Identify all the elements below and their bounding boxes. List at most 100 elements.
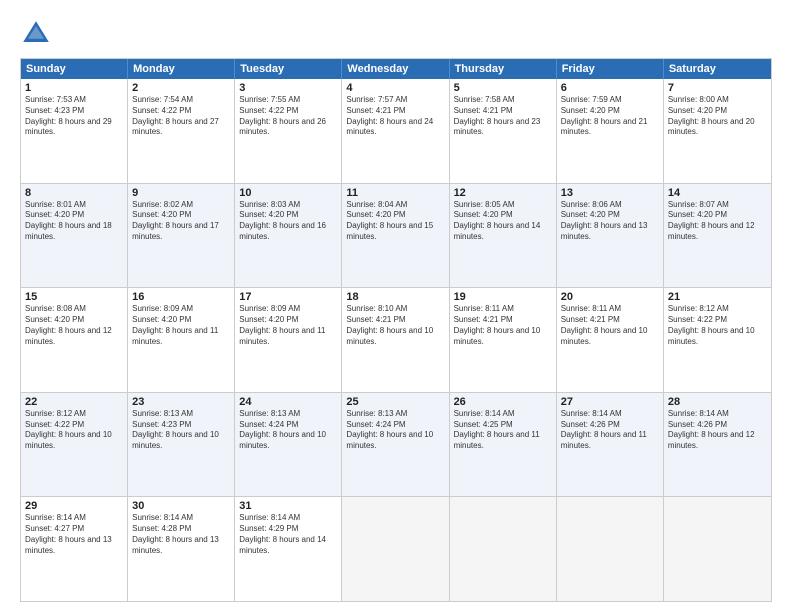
weekday-header: Thursday [450, 59, 557, 79]
day-number: 13 [561, 187, 659, 199]
cell-info: Sunrise: 8:13 AMSunset: 4:24 PMDaylight:… [346, 409, 444, 452]
calendar-cell: 10Sunrise: 8:03 AMSunset: 4:20 PMDayligh… [235, 184, 342, 288]
calendar-cell: 25Sunrise: 8:13 AMSunset: 4:24 PMDayligh… [342, 393, 449, 497]
weekday-header: Sunday [21, 59, 128, 79]
day-number: 16 [132, 291, 230, 303]
day-number: 3 [239, 82, 337, 94]
cell-info: Sunrise: 8:14 AMSunset: 4:26 PMDaylight:… [561, 409, 659, 452]
calendar-cell: 2Sunrise: 7:54 AMSunset: 4:22 PMDaylight… [128, 79, 235, 183]
calendar-cell: 20Sunrise: 8:11 AMSunset: 4:21 PMDayligh… [557, 288, 664, 392]
day-number: 29 [25, 500, 123, 512]
day-number: 20 [561, 291, 659, 303]
logo [20, 18, 56, 50]
calendar-cell: 4Sunrise: 7:57 AMSunset: 4:21 PMDaylight… [342, 79, 449, 183]
calendar-cell: 21Sunrise: 8:12 AMSunset: 4:22 PMDayligh… [664, 288, 771, 392]
day-number: 26 [454, 396, 552, 408]
calendar-cell: 5Sunrise: 7:58 AMSunset: 4:21 PMDaylight… [450, 79, 557, 183]
calendar-cell: 30Sunrise: 8:14 AMSunset: 4:28 PMDayligh… [128, 497, 235, 601]
day-number: 19 [454, 291, 552, 303]
cell-info: Sunrise: 7:54 AMSunset: 4:22 PMDaylight:… [132, 95, 230, 138]
calendar-cell: 26Sunrise: 8:14 AMSunset: 4:25 PMDayligh… [450, 393, 557, 497]
cell-info: Sunrise: 7:59 AMSunset: 4:20 PMDaylight:… [561, 95, 659, 138]
day-number: 5 [454, 82, 552, 94]
calendar-cell: 14Sunrise: 8:07 AMSunset: 4:20 PMDayligh… [664, 184, 771, 288]
day-number: 8 [25, 187, 123, 199]
cell-info: Sunrise: 7:58 AMSunset: 4:21 PMDaylight:… [454, 95, 552, 138]
calendar-row: 29Sunrise: 8:14 AMSunset: 4:27 PMDayligh… [21, 497, 771, 601]
day-number: 21 [668, 291, 767, 303]
page: SundayMondayTuesdayWednesdayThursdayFrid… [0, 0, 792, 612]
calendar-cell [557, 497, 664, 601]
weekday-header: Tuesday [235, 59, 342, 79]
weekday-header: Saturday [664, 59, 771, 79]
calendar-row: 15Sunrise: 8:08 AMSunset: 4:20 PMDayligh… [21, 288, 771, 393]
calendar-cell [450, 497, 557, 601]
logo-icon [20, 18, 52, 50]
weekday-header: Friday [557, 59, 664, 79]
day-number: 2 [132, 82, 230, 94]
day-number: 15 [25, 291, 123, 303]
day-number: 9 [132, 187, 230, 199]
calendar-cell: 24Sunrise: 8:13 AMSunset: 4:24 PMDayligh… [235, 393, 342, 497]
day-number: 11 [346, 187, 444, 199]
cell-info: Sunrise: 8:12 AMSunset: 4:22 PMDaylight:… [25, 409, 123, 452]
cell-info: Sunrise: 8:14 AMSunset: 4:29 PMDaylight:… [239, 513, 337, 556]
calendar: SundayMondayTuesdayWednesdayThursdayFrid… [20, 58, 772, 602]
calendar-cell: 1Sunrise: 7:53 AMSunset: 4:23 PMDaylight… [21, 79, 128, 183]
cell-info: Sunrise: 8:14 AMSunset: 4:25 PMDaylight:… [454, 409, 552, 452]
cell-info: Sunrise: 8:05 AMSunset: 4:20 PMDaylight:… [454, 200, 552, 243]
calendar-cell: 16Sunrise: 8:09 AMSunset: 4:20 PMDayligh… [128, 288, 235, 392]
day-number: 12 [454, 187, 552, 199]
day-number: 31 [239, 500, 337, 512]
cell-info: Sunrise: 8:09 AMSunset: 4:20 PMDaylight:… [239, 304, 337, 347]
cell-info: Sunrise: 8:03 AMSunset: 4:20 PMDaylight:… [239, 200, 337, 243]
calendar-row: 1Sunrise: 7:53 AMSunset: 4:23 PMDaylight… [21, 79, 771, 184]
cell-info: Sunrise: 8:09 AMSunset: 4:20 PMDaylight:… [132, 304, 230, 347]
day-number: 4 [346, 82, 444, 94]
cell-info: Sunrise: 8:01 AMSunset: 4:20 PMDaylight:… [25, 200, 123, 243]
day-number: 10 [239, 187, 337, 199]
cell-info: Sunrise: 8:11 AMSunset: 4:21 PMDaylight:… [454, 304, 552, 347]
calendar-cell [664, 497, 771, 601]
day-number: 24 [239, 396, 337, 408]
calendar-row: 22Sunrise: 8:12 AMSunset: 4:22 PMDayligh… [21, 393, 771, 498]
day-number: 14 [668, 187, 767, 199]
calendar-cell: 11Sunrise: 8:04 AMSunset: 4:20 PMDayligh… [342, 184, 449, 288]
calendar-cell: 12Sunrise: 8:05 AMSunset: 4:20 PMDayligh… [450, 184, 557, 288]
calendar-cell: 9Sunrise: 8:02 AMSunset: 4:20 PMDaylight… [128, 184, 235, 288]
weekday-header: Monday [128, 59, 235, 79]
calendar-cell: 22Sunrise: 8:12 AMSunset: 4:22 PMDayligh… [21, 393, 128, 497]
cell-info: Sunrise: 8:13 AMSunset: 4:24 PMDaylight:… [239, 409, 337, 452]
cell-info: Sunrise: 8:02 AMSunset: 4:20 PMDaylight:… [132, 200, 230, 243]
cell-info: Sunrise: 8:06 AMSunset: 4:20 PMDaylight:… [561, 200, 659, 243]
cell-info: Sunrise: 8:14 AMSunset: 4:28 PMDaylight:… [132, 513, 230, 556]
cell-info: Sunrise: 7:57 AMSunset: 4:21 PMDaylight:… [346, 95, 444, 138]
calendar-cell: 8Sunrise: 8:01 AMSunset: 4:20 PMDaylight… [21, 184, 128, 288]
cell-info: Sunrise: 8:10 AMSunset: 4:21 PMDaylight:… [346, 304, 444, 347]
calendar-cell: 7Sunrise: 8:00 AMSunset: 4:20 PMDaylight… [664, 79, 771, 183]
calendar-body: 1Sunrise: 7:53 AMSunset: 4:23 PMDaylight… [21, 79, 771, 601]
cell-info: Sunrise: 8:08 AMSunset: 4:20 PMDaylight:… [25, 304, 123, 347]
cell-info: Sunrise: 8:04 AMSunset: 4:20 PMDaylight:… [346, 200, 444, 243]
cell-info: Sunrise: 8:11 AMSunset: 4:21 PMDaylight:… [561, 304, 659, 347]
calendar-cell: 13Sunrise: 8:06 AMSunset: 4:20 PMDayligh… [557, 184, 664, 288]
day-number: 17 [239, 291, 337, 303]
calendar-cell: 19Sunrise: 8:11 AMSunset: 4:21 PMDayligh… [450, 288, 557, 392]
day-number: 1 [25, 82, 123, 94]
cell-info: Sunrise: 7:55 AMSunset: 4:22 PMDaylight:… [239, 95, 337, 138]
calendar-header: SundayMondayTuesdayWednesdayThursdayFrid… [21, 59, 771, 79]
calendar-cell: 15Sunrise: 8:08 AMSunset: 4:20 PMDayligh… [21, 288, 128, 392]
calendar-cell: 27Sunrise: 8:14 AMSunset: 4:26 PMDayligh… [557, 393, 664, 497]
day-number: 27 [561, 396, 659, 408]
day-number: 23 [132, 396, 230, 408]
header [20, 18, 772, 50]
day-number: 6 [561, 82, 659, 94]
day-number: 18 [346, 291, 444, 303]
cell-info: Sunrise: 8:14 AMSunset: 4:26 PMDaylight:… [668, 409, 767, 452]
calendar-cell: 6Sunrise: 7:59 AMSunset: 4:20 PMDaylight… [557, 79, 664, 183]
calendar-cell: 23Sunrise: 8:13 AMSunset: 4:23 PMDayligh… [128, 393, 235, 497]
day-number: 25 [346, 396, 444, 408]
calendar-cell: 17Sunrise: 8:09 AMSunset: 4:20 PMDayligh… [235, 288, 342, 392]
cell-info: Sunrise: 8:14 AMSunset: 4:27 PMDaylight:… [25, 513, 123, 556]
cell-info: Sunrise: 8:07 AMSunset: 4:20 PMDaylight:… [668, 200, 767, 243]
